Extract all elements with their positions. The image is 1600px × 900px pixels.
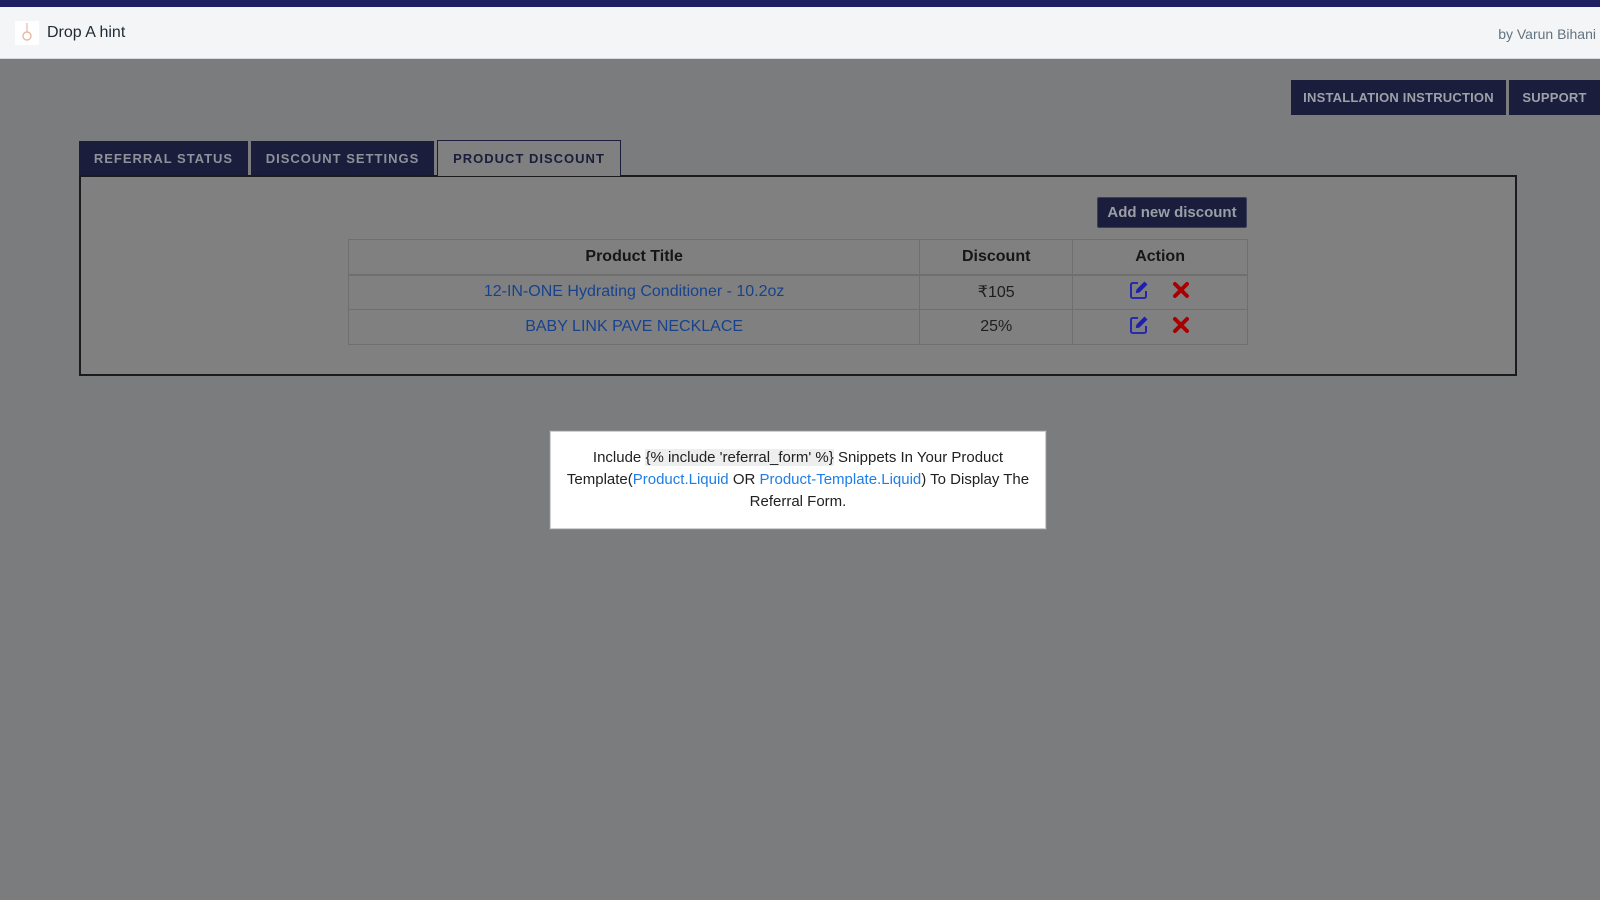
edit-icon[interactable]	[1129, 315, 1149, 335]
ring-pendant-icon	[22, 23, 32, 41]
app-header: Drop A hint by Varun Bihani	[0, 7, 1600, 59]
tab-referral-status[interactable]: REFERRAL STATUS	[79, 141, 248, 176]
action-cell	[1072, 274, 1248, 310]
discount-cell: 25%	[919, 309, 1074, 345]
column-header-discount: Discount	[919, 239, 1074, 276]
table-row: BABY LINK PAVE NECKLACE 25%	[347, 309, 1248, 345]
product-template-liquid-link[interactable]: Product-Template.Liquid	[760, 471, 922, 488]
notice-prefix: Include	[592, 449, 646, 466]
notice-or: OR	[728, 471, 760, 488]
column-header-action: Action	[1072, 239, 1248, 276]
support-button[interactable]: SUPPORT	[1509, 80, 1600, 115]
table-row: 12-IN-ONE Hydrating Conditioner - 10.2oz…	[347, 274, 1248, 310]
product-title-cell: BABY LINK PAVE NECKLACE	[347, 309, 921, 345]
discount-table: Product Title Discount Action 12-IN-ONE …	[347, 239, 1248, 345]
product-link[interactable]: 12-IN-ONE Hydrating Conditioner - 10.2oz	[484, 283, 785, 300]
action-cell	[1072, 309, 1248, 345]
tab-product-discount[interactable]: PRODUCT DISCOUNT	[437, 140, 621, 176]
edit-icon[interactable]	[1129, 280, 1149, 300]
product-liquid-link[interactable]: Product.Liquid	[633, 471, 729, 488]
top-accent-strip	[0, 0, 1600, 7]
snippet-code: {% include 'referral_form' %}	[645, 449, 834, 466]
app-title: Drop A hint	[47, 24, 126, 41]
app-logo	[15, 21, 39, 45]
add-new-discount-button[interactable]: Add new discount	[1097, 197, 1247, 228]
delete-icon[interactable]	[1171, 315, 1191, 335]
column-header-product-title: Product Title	[347, 239, 921, 276]
author-byline: by Varun Bihani	[1498, 26, 1596, 42]
discount-cell: ₹105	[919, 274, 1074, 310]
installation-instruction-button[interactable]: INSTALLATION INSTRUCTION	[1291, 80, 1506, 115]
tab-discount-settings[interactable]: DISCOUNT SETTINGS	[251, 141, 434, 176]
delete-icon[interactable]	[1171, 280, 1191, 300]
install-notice-modal: Include {% include 'referral_form' %} Sn…	[549, 430, 1047, 530]
product-link[interactable]: BABY LINK PAVE NECKLACE	[525, 318, 743, 335]
product-title-cell: 12-IN-ONE Hydrating Conditioner - 10.2oz	[347, 274, 921, 310]
table-header-row: Product Title Discount Action	[347, 239, 1248, 276]
